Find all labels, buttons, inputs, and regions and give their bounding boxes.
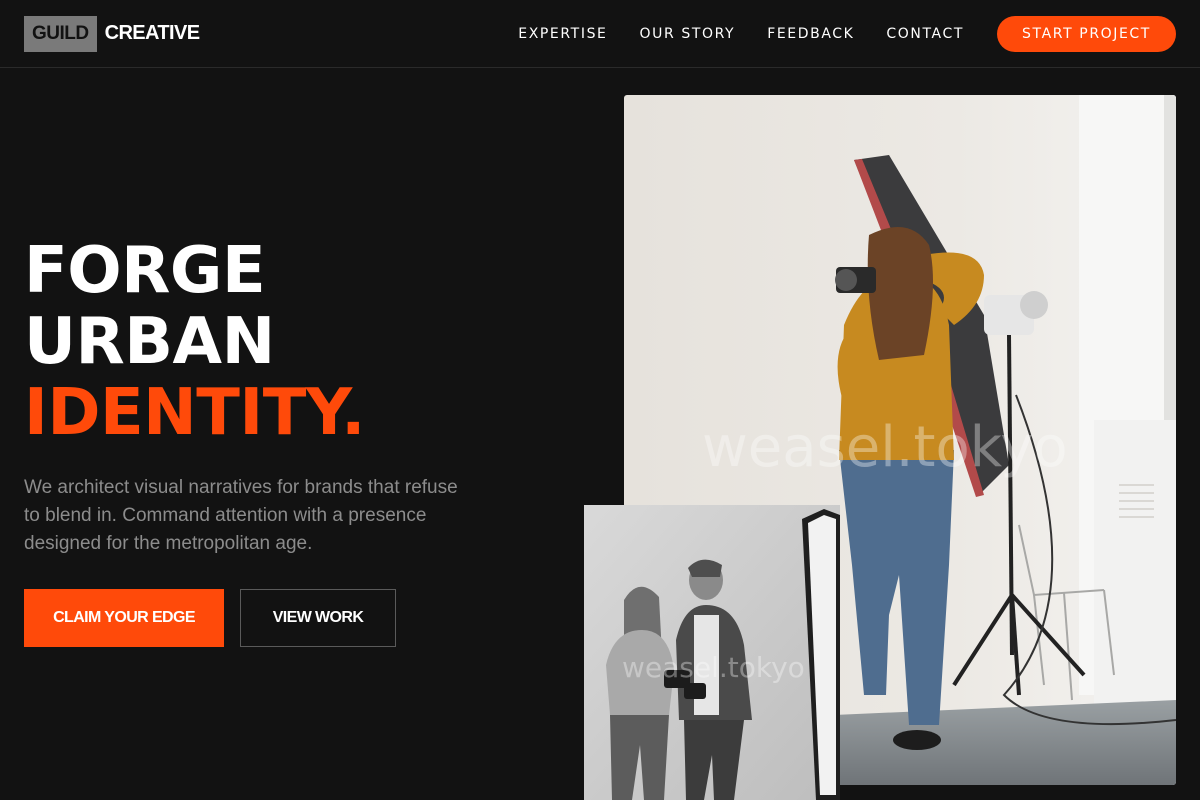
claim-your-edge-button[interactable]: CLAIM YOUR EDGE [24,589,224,647]
hero-title-line-3: IDENTITY. [24,376,365,450]
hero-description: We architect visual narratives for brand… [24,477,458,554]
logo[interactable]: GUILD CREATIVE [24,15,200,52]
logo-box: GUILD [24,15,97,52]
watermark-secondary: weasel.tokyo [622,651,805,684]
nav-link-our-story[interactable]: OUR STORY [640,26,736,42]
nav-link-feedback[interactable]: FEEDBACK [767,26,854,42]
hero-title-line-1: FORGE [24,234,266,308]
hero-secondary-image: weasel.tokyo [584,505,840,800]
nav-right: EXPERTISE OUR STORY FEEDBACK CONTACT STA… [518,15,1176,52]
watermark-main: weasel.tokyo [702,415,1068,480]
hero-title-line-2: URBAN [24,305,275,379]
logo-text: CREATIVE [104,22,200,44]
nav-link-expertise[interactable]: EXPERTISE [518,26,607,42]
start-project-button[interactable]: START PROJECT [997,15,1176,52]
nav-link-contact[interactable]: CONTACT [886,26,964,42]
top-nav: GUILD CREATIVE EXPERTISE OUR STORY FEEDB… [0,0,1200,68]
nav-links: EXPERTISE OUR STORY FEEDBACK CONTACT [518,26,964,42]
hero-buttons: CLAIM YOUR EDGE VIEW WORK [24,589,396,647]
view-work-button[interactable]: VIEW WORK [240,589,396,647]
hero-title: FORGE URBAN IDENTITY. [24,236,365,449]
